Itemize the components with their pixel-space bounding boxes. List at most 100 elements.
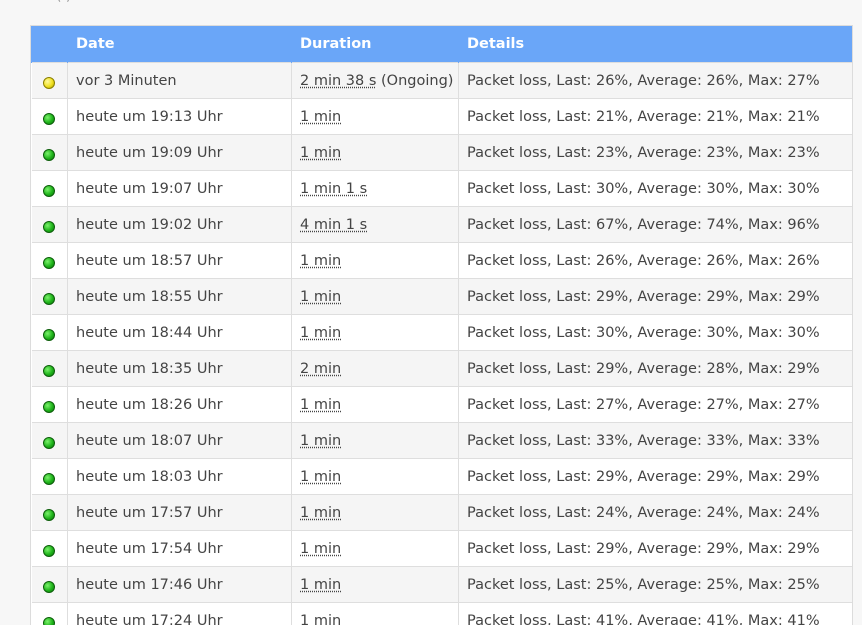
table-row[interactable]: heute um 17:54 Uhr 1 min Packet loss, Last… — [31, 530, 852, 567]
date-cell: heute um 18:44 Uhr — [67, 314, 292, 351]
status-green-dot-icon — [43, 580, 56, 593]
duration-value[interactable]: 1 min — [300, 145, 341, 161]
header-date[interactable]: Date — [67, 26, 292, 63]
duration-cell: 1 min — [291, 134, 459, 171]
date-cell: heute um 19:13 Uhr — [67, 98, 292, 135]
duration-value[interactable]: 1 min — [300, 613, 341, 625]
date-cell: heute um 17:46 Uhr — [67, 566, 292, 603]
status-cell — [31, 278, 68, 315]
date-cell: heute um 18:35 Uhr — [67, 350, 292, 387]
duration-value[interactable]: 1 min — [300, 325, 341, 341]
duration-value[interactable]: 2 min — [300, 361, 341, 377]
duration-value[interactable]: 2 min 38 s — [300, 73, 376, 89]
date-cell: heute um 18:03 Uhr — [67, 458, 292, 495]
status-green-dot-icon — [43, 472, 56, 485]
status-cell — [31, 350, 68, 387]
status-green-dot-icon — [43, 292, 56, 305]
status-cell — [31, 494, 68, 531]
status-green-dot-icon — [43, 184, 56, 197]
details-cell: Packet loss, Last: 29%, Average: 29%, Ma… — [458, 278, 852, 315]
details-cell: Packet loss, Last: 25%, Average: 25%, Ma… — [458, 566, 852, 603]
table-row[interactable]: heute um 19:07 Uhr 1 min 1 s Packet loss, … — [31, 170, 852, 207]
table-header-row: Date Duration Details — [31, 26, 852, 63]
status-cell — [31, 134, 68, 171]
table-row[interactable]: heute um 18:03 Uhr 1 min Packet loss, Last… — [31, 458, 852, 495]
status-green-dot-icon — [43, 364, 56, 377]
duration-value[interactable]: 1 min — [300, 577, 341, 593]
header-duration[interactable]: Duration — [291, 26, 459, 63]
status-cell — [31, 242, 68, 279]
date-cell: vor 3 Minuten — [67, 62, 292, 99]
status-cell — [31, 458, 68, 495]
duration-value[interactable]: 1 min — [300, 289, 341, 305]
duration-cell: 1 min 1 s — [291, 170, 459, 207]
duration-cell: 2 min — [291, 350, 459, 387]
duration-cell: 1 min — [291, 566, 459, 603]
table-row[interactable]: heute um 19:13 Uhr 1 min Packet loss, Last… — [31, 98, 852, 135]
status-green-dot-icon — [43, 112, 56, 125]
details-cell: Packet loss, Last: 27%, Average: 27%, Ma… — [458, 386, 852, 423]
status-green-dot-icon — [43, 616, 56, 625]
status-yellow-dot-icon — [43, 76, 56, 89]
table-row[interactable]: heute um 18:35 Uhr 2 min Packet loss, Last… — [31, 350, 852, 387]
duration-value[interactable]: 1 min — [300, 109, 341, 125]
details-cell: Packet loss, Last: 30%, Average: 30%, Ma… — [458, 170, 852, 207]
status-green-dot-icon — [43, 400, 56, 413]
status-green-dot-icon — [43, 544, 56, 557]
duration-cell: 4 min 1 s — [291, 206, 459, 243]
details-cell: Packet loss, Last: 30%, Average: 30%, Ma… — [458, 314, 852, 351]
duration-value[interactable]: 1 min — [300, 541, 341, 557]
duration-cell: 1 min — [291, 314, 459, 351]
duration-cell: 1 min — [291, 98, 459, 135]
date-cell: heute um 18:57 Uhr — [67, 242, 292, 279]
duration-value[interactable]: 1 min — [300, 253, 341, 269]
table-row[interactable]: heute um 19:09 Uhr 1 min Packet loss, Last… — [31, 134, 852, 171]
duration-cell: 1 min — [291, 530, 459, 567]
status-cell — [31, 602, 68, 625]
status-green-dot-icon — [43, 256, 56, 269]
duration-cell: 1 min — [291, 242, 459, 279]
status-cell — [31, 530, 68, 567]
status-cell — [31, 62, 68, 99]
table-header: Date Duration Details — [31, 26, 852, 63]
details-cell: Packet loss, Last: 26%, Average: 26%, Ma… — [458, 242, 852, 279]
table-row[interactable]: heute um 19:02 Uhr 4 min 1 s Packet loss, … — [31, 206, 852, 243]
table-row[interactable]: heute um 18:07 Uhr 1 min Packet loss, Last… — [31, 422, 852, 459]
status-cell — [31, 206, 68, 243]
duration-value[interactable]: 4 min 1 s — [300, 217, 367, 233]
status-cell — [31, 566, 68, 603]
duration-cell: 1 min — [291, 494, 459, 531]
details-cell: Packet loss, Last: 41%, Average: 41%, Ma… — [458, 602, 852, 625]
table-row[interactable]: heute um 18:57 Uhr 1 min Packet loss, Last… — [31, 242, 852, 279]
details-cell: Packet loss, Last: 26%, Average: 26%, Ma… — [458, 62, 852, 99]
header-details[interactable]: Details — [458, 26, 852, 63]
section-subtitle-fragment: ( ) — [56, 0, 71, 4]
status-cell — [31, 314, 68, 351]
date-cell: heute um 17:57 Uhr — [67, 494, 292, 531]
details-cell: Packet loss, Last: 23%, Average: 23%, Ma… — [458, 134, 852, 171]
table-row[interactable]: heute um 18:44 Uhr 1 min Packet loss, Last… — [31, 314, 852, 351]
duration-value[interactable]: 1 min — [300, 433, 341, 449]
duration-cell: 2 min 38 s (Ongoing) — [291, 62, 459, 99]
duration-cell: 1 min — [291, 602, 459, 625]
table-body: vor 3 Minuten 2 min 38 s (Ongoing) Packet … — [31, 62, 852, 625]
table-row[interactable]: heute um 18:26 Uhr 1 min Packet loss, Last… — [31, 386, 852, 423]
date-cell: heute um 17:54 Uhr — [67, 530, 292, 567]
table-row[interactable]: heute um 18:55 Uhr 1 min Packet loss, Last… — [31, 278, 852, 315]
status-green-dot-icon — [43, 508, 56, 521]
duration-value[interactable]: 1 min 1 s — [300, 181, 367, 197]
table-row[interactable]: heute um 17:46 Uhr 1 min Packet loss, Last… — [31, 566, 852, 603]
table-row[interactable]: vor 3 Minuten 2 min 38 s (Ongoing) Packet … — [31, 62, 852, 99]
details-cell: Packet loss, Last: 67%, Average: 74%, Ma… — [458, 206, 852, 243]
duration-value[interactable]: 1 min — [300, 505, 341, 521]
header-status — [31, 26, 68, 63]
duration-cell: 1 min — [291, 458, 459, 495]
status-green-dot-icon — [43, 220, 56, 233]
details-cell: Packet loss, Last: 33%, Average: 33%, Ma… — [458, 422, 852, 459]
table-row[interactable]: heute um 17:57 Uhr 1 min Packet loss, Last… — [31, 494, 852, 531]
details-cell: Packet loss, Last: 21%, Average: 21%, Ma… — [458, 98, 852, 135]
duration-value[interactable]: 1 min — [300, 469, 341, 485]
duration-value[interactable]: 1 min — [300, 397, 341, 413]
table-row[interactable]: heute um 17:24 Uhr 1 min Packet loss, Last… — [31, 602, 852, 625]
page: ( ) Date Duration Details vor 3 Minuten2… — [0, 0, 862, 625]
